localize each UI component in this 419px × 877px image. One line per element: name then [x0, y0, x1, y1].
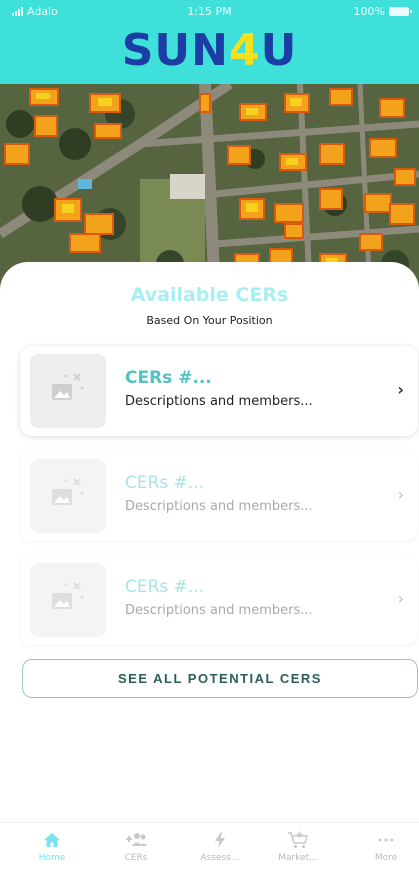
cer-description: Descriptions and members...	[125, 394, 313, 409]
cer-card[interactable]: CERs #... Descriptions and members... ›	[20, 346, 418, 436]
cer-description: Descriptions and members...	[125, 499, 313, 514]
cer-thumbnail	[30, 563, 106, 637]
nav-label: Market...	[278, 853, 318, 863]
cer-title: CERs #...	[125, 368, 212, 388]
app-header: Adalo 1:15 PM 100% SUN 4 U	[0, 0, 419, 84]
nav-item-market[interactable]: Market...	[263, 831, 333, 863]
app-logo: SUN 4 U	[0, 22, 419, 78]
chevron-right-icon: ›	[397, 589, 404, 608]
cer-description: Descriptions and members...	[125, 603, 313, 618]
nav-label: Assess...	[200, 853, 240, 863]
lightning-icon	[215, 832, 225, 848]
image-placeholder-icon	[52, 582, 84, 609]
chevron-right-icon: ›	[397, 485, 404, 504]
nav-label: Home	[38, 853, 66, 863]
more-icon	[378, 838, 394, 842]
logo-text-sun: SUN	[121, 24, 229, 76]
nav-label: CERs	[124, 853, 148, 863]
status-battery: 100%	[353, 5, 412, 18]
cer-thumbnail	[30, 459, 106, 533]
nav-item-home[interactable]: Home	[17, 831, 87, 863]
cer-thumbnail	[30, 354, 106, 428]
logo-text-4: 4	[228, 24, 261, 76]
cer-title: CERs #...	[125, 473, 205, 493]
status-bar: Adalo 1:15 PM 100%	[0, 0, 419, 22]
panel-subtitle: Based On Your Position	[146, 314, 273, 327]
nav-item-more[interactable]: More	[351, 831, 419, 863]
panel-title: Available CERs	[130, 284, 289, 306]
battery-label: 100%	[353, 5, 385, 18]
cer-card[interactable]: CERs #... Descriptions and members... ›	[20, 451, 418, 541]
nav-item-cers[interactable]: CERs	[101, 831, 171, 863]
nav-item-assess[interactable]: Assess...	[185, 831, 255, 863]
users-add-icon	[126, 833, 147, 846]
battery-icon	[389, 7, 412, 16]
nav-label: More	[374, 853, 398, 863]
cer-card[interactable]: CERs #... Descriptions and members... ›	[20, 555, 418, 645]
bottom-nav: Home CERs Assess... Market... More	[0, 822, 419, 877]
image-placeholder-icon	[52, 478, 84, 505]
cer-title: CERs #...	[125, 577, 205, 597]
see-all-potential-cers-button[interactable]: SEE ALL POTENTIAL CERS	[22, 659, 418, 698]
chevron-right-icon: ›	[397, 380, 404, 399]
image-placeholder-icon	[52, 373, 84, 400]
logo-text-u: U	[260, 24, 298, 76]
home-icon	[44, 833, 60, 847]
cart-add-icon	[288, 831, 308, 848]
